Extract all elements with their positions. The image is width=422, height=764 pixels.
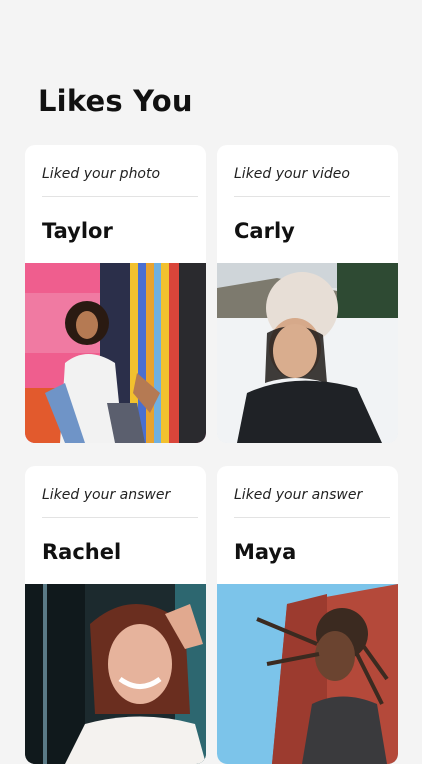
profile-name: Carly bbox=[234, 219, 295, 243]
profile-name: Maya bbox=[234, 540, 297, 564]
like-card-maya[interactable]: Liked your answer Maya bbox=[217, 466, 398, 764]
divider bbox=[42, 196, 198, 197]
divider bbox=[42, 517, 198, 518]
like-reason: Liked your video bbox=[234, 166, 350, 182]
divider bbox=[234, 517, 390, 518]
like-reason: Liked your answer bbox=[234, 487, 363, 503]
profile-name: Taylor bbox=[42, 219, 113, 243]
like-reason: Liked your photo bbox=[42, 166, 161, 182]
profile-photo[interactable] bbox=[25, 584, 206, 764]
like-card-carly[interactable]: Liked your video Carly bbox=[217, 145, 398, 443]
profile-name: Rachel bbox=[42, 540, 122, 564]
page-title: Likes You bbox=[38, 84, 193, 118]
profile-photo[interactable] bbox=[217, 263, 398, 443]
profile-photo[interactable] bbox=[25, 263, 206, 443]
profile-photo[interactable] bbox=[217, 584, 398, 764]
divider bbox=[234, 196, 390, 197]
like-card-rachel[interactable]: Liked your answer Rachel bbox=[25, 466, 206, 764]
like-reason: Liked your answer bbox=[42, 487, 171, 503]
like-card-taylor[interactable]: Liked your photo Taylor bbox=[25, 145, 206, 443]
